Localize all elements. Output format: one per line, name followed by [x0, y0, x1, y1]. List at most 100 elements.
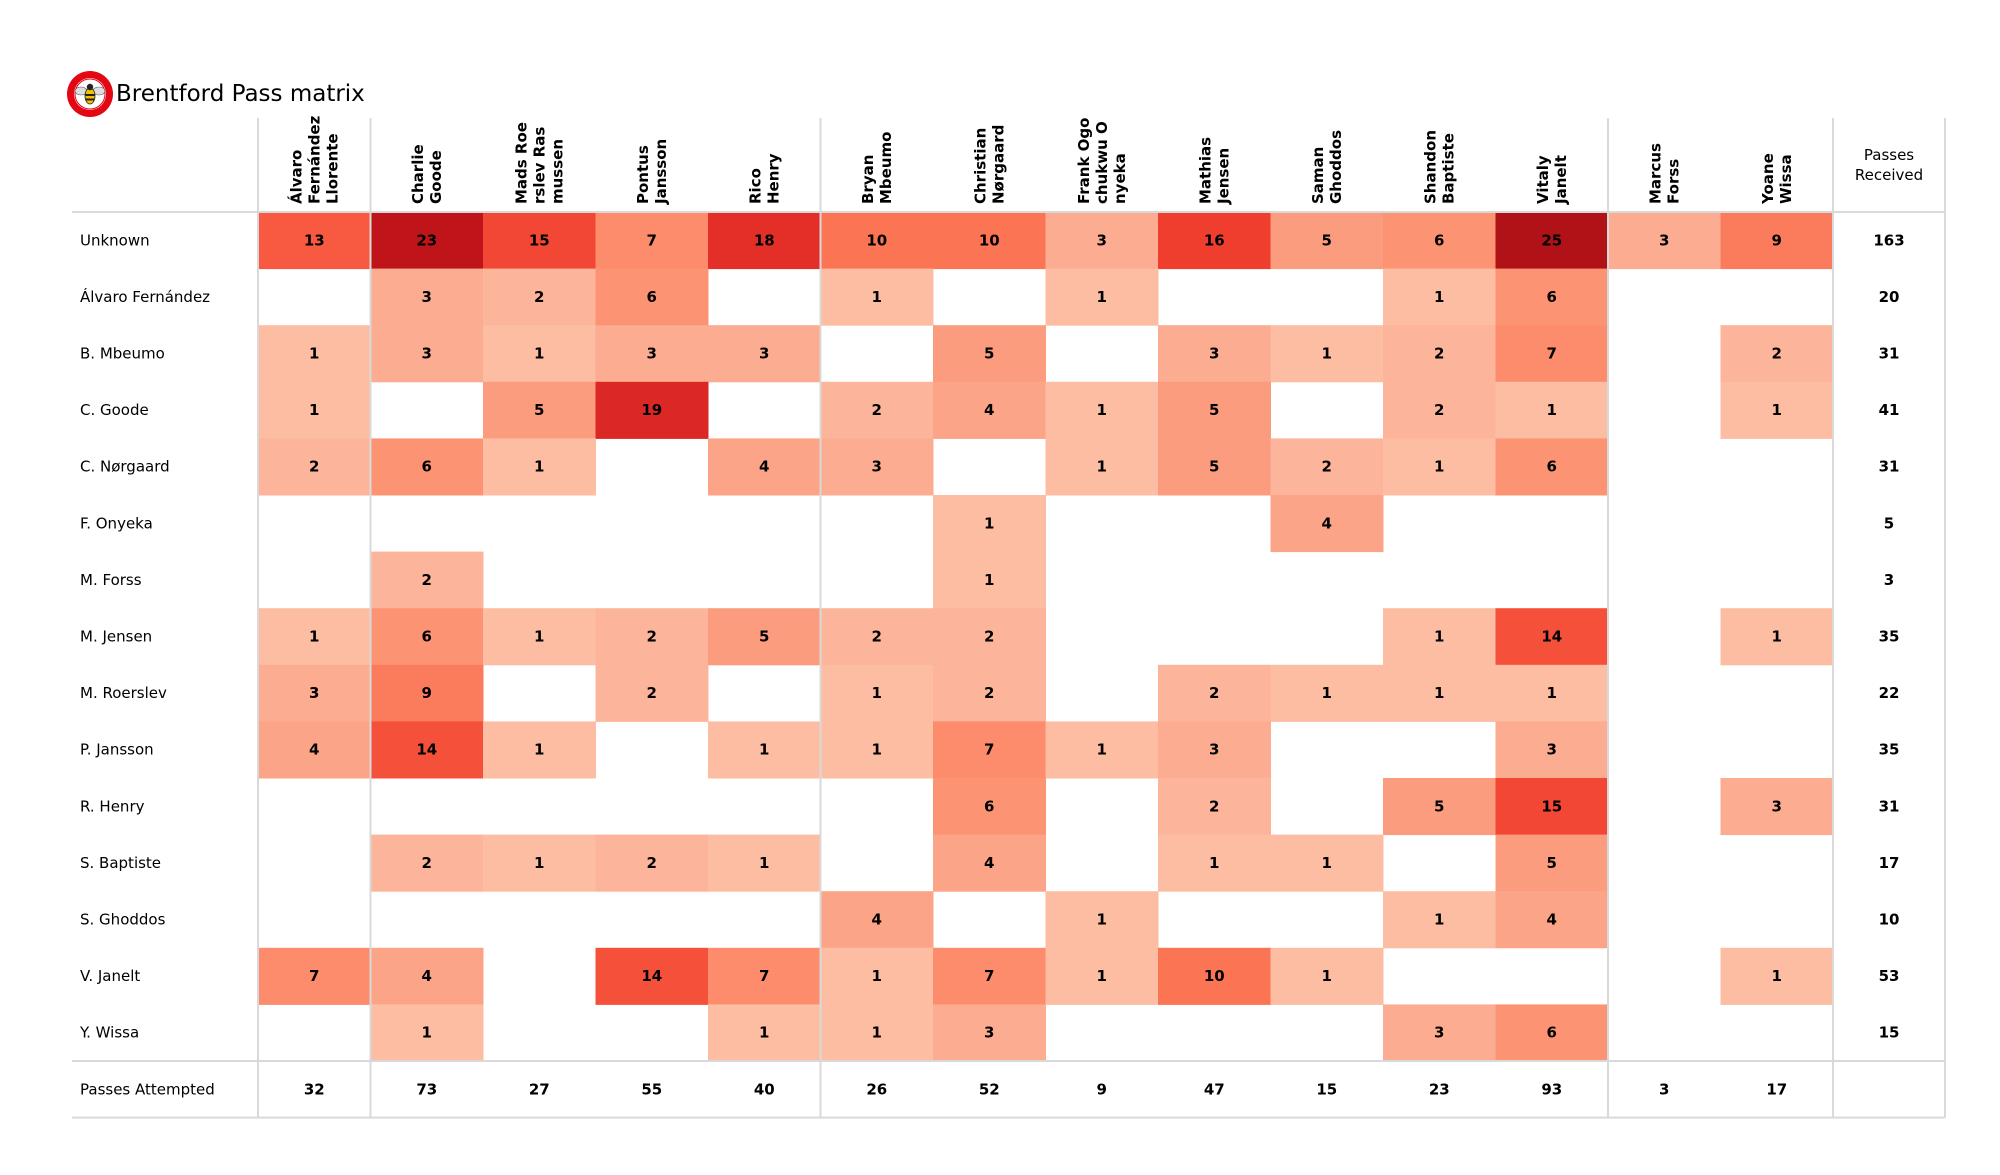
cell-value: 1 — [759, 741, 769, 759]
column-header-line: rslev Ras — [530, 127, 548, 204]
column-header-line: Bryan — [859, 155, 877, 204]
cell-value: 4 — [422, 967, 432, 985]
cell-value: 5 — [534, 401, 544, 419]
cell-value: 2 — [984, 684, 994, 702]
column-header: Mathias Jensen — [1196, 137, 1232, 205]
cell-value: 1 — [1097, 741, 1107, 759]
column-header-line: Jensen — [1214, 148, 1232, 205]
cell-value: 10 — [979, 231, 1000, 249]
row-label: C. Goode — [80, 401, 149, 419]
passes-attempted-value: 73 — [416, 1080, 437, 1098]
cell-value: 14 — [1541, 628, 1562, 646]
cell-value: 1 — [872, 1024, 882, 1042]
column-header: Frank Ogo chukwu Onyeka — [1075, 118, 1129, 204]
row-label: V. Janelt — [80, 967, 140, 985]
column-header-line: Rico — [746, 168, 764, 204]
passes-attempted-value: 40 — [754, 1080, 775, 1098]
column-header-line: Jansson — [652, 139, 670, 205]
cell-value: 4 — [1322, 514, 1332, 532]
cell-value: 5 — [1209, 458, 1219, 476]
cell-value: 1 — [1547, 401, 1557, 419]
cell-value: 4 — [984, 401, 994, 419]
cell-value: 1 — [872, 967, 882, 985]
pass-matrix-heatmap: Álvaro Fernández Llorente Charlie Goode Mads … — [72, 115, 1946, 1119]
column-header: Shandon Baptiste — [1421, 130, 1457, 204]
cell-value: 1 — [1097, 288, 1107, 306]
passes-received-value: 31 — [1879, 797, 1900, 815]
passes-received-value: 17 — [1879, 854, 1900, 872]
cell-value: 2 — [647, 628, 657, 646]
cell-value: 9 — [1772, 231, 1782, 249]
cell-value: 19 — [641, 401, 662, 419]
cell-value: 1 — [872, 684, 882, 702]
passes-received-value: 31 — [1879, 345, 1900, 363]
column-header-line: Wissa — [1777, 154, 1795, 204]
column-header: Pontus Jansson — [634, 139, 670, 205]
cell-value: 3 — [1097, 231, 1107, 249]
cell-value: 13 — [304, 231, 325, 249]
cell-value: 3 — [1434, 1024, 1444, 1042]
cell-value: 4 — [309, 741, 319, 759]
cell-value: 3 — [1772, 797, 1782, 815]
passes-received-value: 20 — [1879, 288, 1900, 306]
column-header-line: Mads Roe — [512, 122, 530, 204]
cell-value: 2 — [984, 628, 994, 646]
row-label: Álvaro Fernández — [80, 287, 210, 306]
cell-value: 2 — [647, 854, 657, 872]
cell-value: 3 — [1659, 231, 1669, 249]
cell-value: 3 — [1547, 741, 1557, 759]
row-label: C. Nørgaard — [80, 458, 170, 476]
cell-value: 2 — [534, 288, 544, 306]
column-header: Álvaro Fernández Llorente — [286, 115, 341, 204]
passes-attempted-value: 32 — [304, 1080, 325, 1098]
row-label: S. Baptiste — [80, 854, 161, 872]
passes-received-value: 5 — [1884, 514, 1894, 532]
column-header: Rico Henry — [746, 153, 782, 204]
cell-value: 1 — [534, 854, 544, 872]
column-header-line: Nørgaard — [989, 125, 1007, 204]
cell-value: 2 — [1209, 797, 1219, 815]
cell-value: 3 — [422, 345, 432, 363]
row-label: M. Forss — [80, 571, 142, 589]
cell-value: 2 — [309, 458, 319, 476]
cell-value: 1 — [1434, 288, 1444, 306]
cell-value: 7 — [984, 741, 994, 759]
column-header-line: Álvaro — [286, 150, 305, 204]
column-header: Yoane Wissa — [1759, 153, 1795, 205]
passes-attempted-value: 26 — [866, 1080, 887, 1098]
cell-value: 14 — [416, 741, 437, 759]
passes-attempted-value: 9 — [1097, 1080, 1107, 1098]
passes-attempted-value: 47 — [1204, 1080, 1225, 1098]
cell-value: 1 — [1772, 401, 1782, 419]
cell-value: 14 — [641, 967, 662, 985]
column-header-line: Mathias — [1196, 137, 1214, 204]
cell-value: 3 — [1209, 741, 1219, 759]
cell-value: 3 — [422, 288, 432, 306]
cell-value: 4 — [1547, 911, 1557, 929]
cell-value: 4 — [872, 911, 882, 929]
column-header: Mads Roe rslev Ras mussen — [512, 122, 566, 204]
cell-value: 4 — [759, 458, 769, 476]
cell-value: 1 — [1209, 854, 1219, 872]
cell-value: 3 — [984, 1024, 994, 1042]
column-header-line: Vitaly — [1534, 155, 1552, 204]
cell-value: 1 — [759, 854, 769, 872]
cell-value: 7 — [759, 967, 769, 985]
cell-value: 1 — [984, 514, 994, 532]
column-header-line: Ghoddos — [1327, 130, 1345, 204]
cell-value: 15 — [1541, 797, 1562, 815]
cell-value: 2 — [422, 571, 432, 589]
cell-value: 1 — [1772, 628, 1782, 646]
cell-value: 2 — [422, 854, 432, 872]
cell-value: 2 — [1322, 458, 1332, 476]
cells-layer — [258, 212, 1834, 1062]
passes-attempted-value: 93 — [1541, 1080, 1562, 1098]
passes-received-value: 22 — [1879, 684, 1900, 702]
column-header-line: Marcus — [1646, 143, 1664, 204]
column-header: Marcus Forss — [1646, 143, 1682, 204]
cell-value: 7 — [984, 967, 994, 985]
cell-value: 23 — [416, 231, 437, 249]
column-header-line: Mbeumo — [877, 132, 895, 204]
column-header-line: Shandon — [1421, 130, 1439, 204]
cell-value: 5 — [1547, 854, 1557, 872]
